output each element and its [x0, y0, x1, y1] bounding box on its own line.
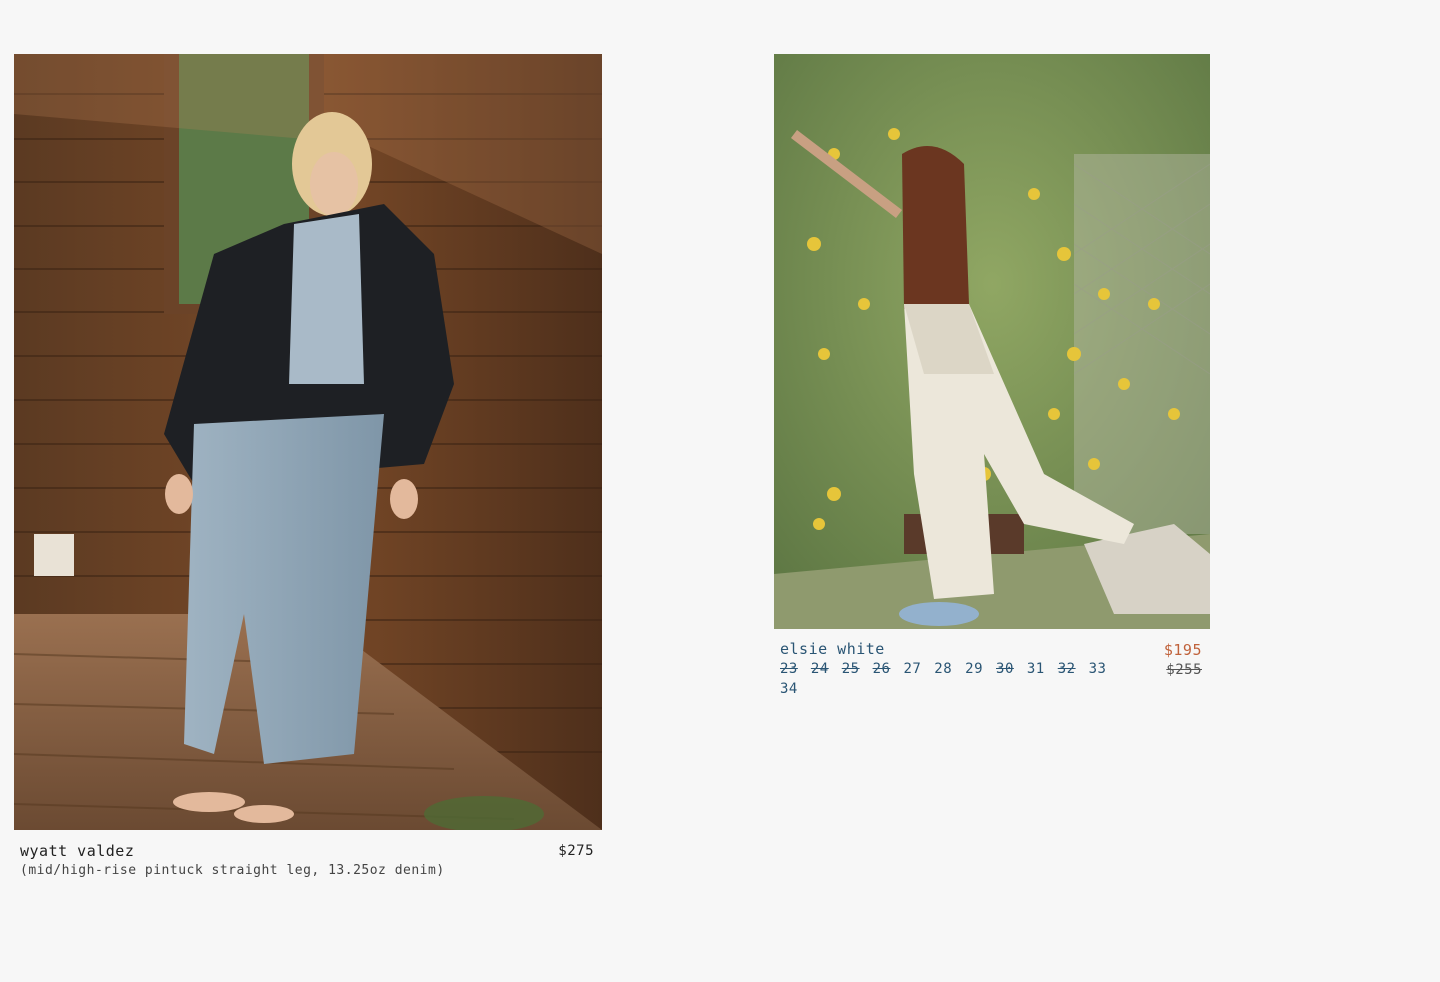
size-option[interactable]: 27	[903, 659, 921, 679]
size-option[interactable]: 28	[934, 659, 952, 679]
product-image[interactable]	[774, 54, 1210, 629]
size-option-sold-out[interactable]: 23	[780, 659, 798, 679]
size-option-sold-out[interactable]: 25	[842, 659, 860, 679]
size-option-sold-out[interactable]: 26	[873, 659, 891, 679]
size-option[interactable]: 31	[1027, 659, 1045, 679]
product-name[interactable]: elsie white	[780, 640, 1120, 659]
size-option[interactable]: 34	[780, 679, 798, 699]
product-info: elsie white 23 24 25 26 27 28 29 30 31 3…	[774, 629, 1210, 699]
product-card-wyatt-valdez[interactable]: wyatt valdez $275 (mid/high-rise pintuck…	[14, 54, 602, 880]
product-name[interactable]: wyatt valdez	[20, 842, 134, 861]
sale-price: $195	[1163, 641, 1202, 659]
product-photo-wood-wall	[14, 54, 602, 830]
product-image[interactable]	[14, 54, 602, 830]
size-option[interactable]: 33	[1089, 659, 1107, 679]
product-info: wyatt valdez $275 (mid/high-rise pintuck…	[14, 830, 602, 880]
size-option-sold-out[interactable]: 30	[996, 659, 1014, 679]
product-description: (mid/high-rise pintuck straight leg, 13.…	[20, 863, 445, 878]
product-card-elsie-white[interactable]: elsie white 23 24 25 26 27 28 29 30 31 3…	[774, 54, 1210, 699]
product-grid: wyatt valdez $275 (mid/high-rise pintuck…	[0, 0, 1440, 982]
original-price: $255	[1166, 662, 1202, 678]
size-option-sold-out[interactable]: 32	[1058, 659, 1076, 679]
size-list: 23 24 25 26 27 28 29 30 31 32 33 34	[780, 659, 1120, 699]
size-option[interactable]: 29	[965, 659, 983, 679]
product-price: $275	[558, 843, 594, 859]
product-photo-lemon-tree	[774, 54, 1210, 629]
size-option-sold-out[interactable]: 24	[811, 659, 829, 679]
price-block: $195 $255	[1164, 640, 1202, 699]
